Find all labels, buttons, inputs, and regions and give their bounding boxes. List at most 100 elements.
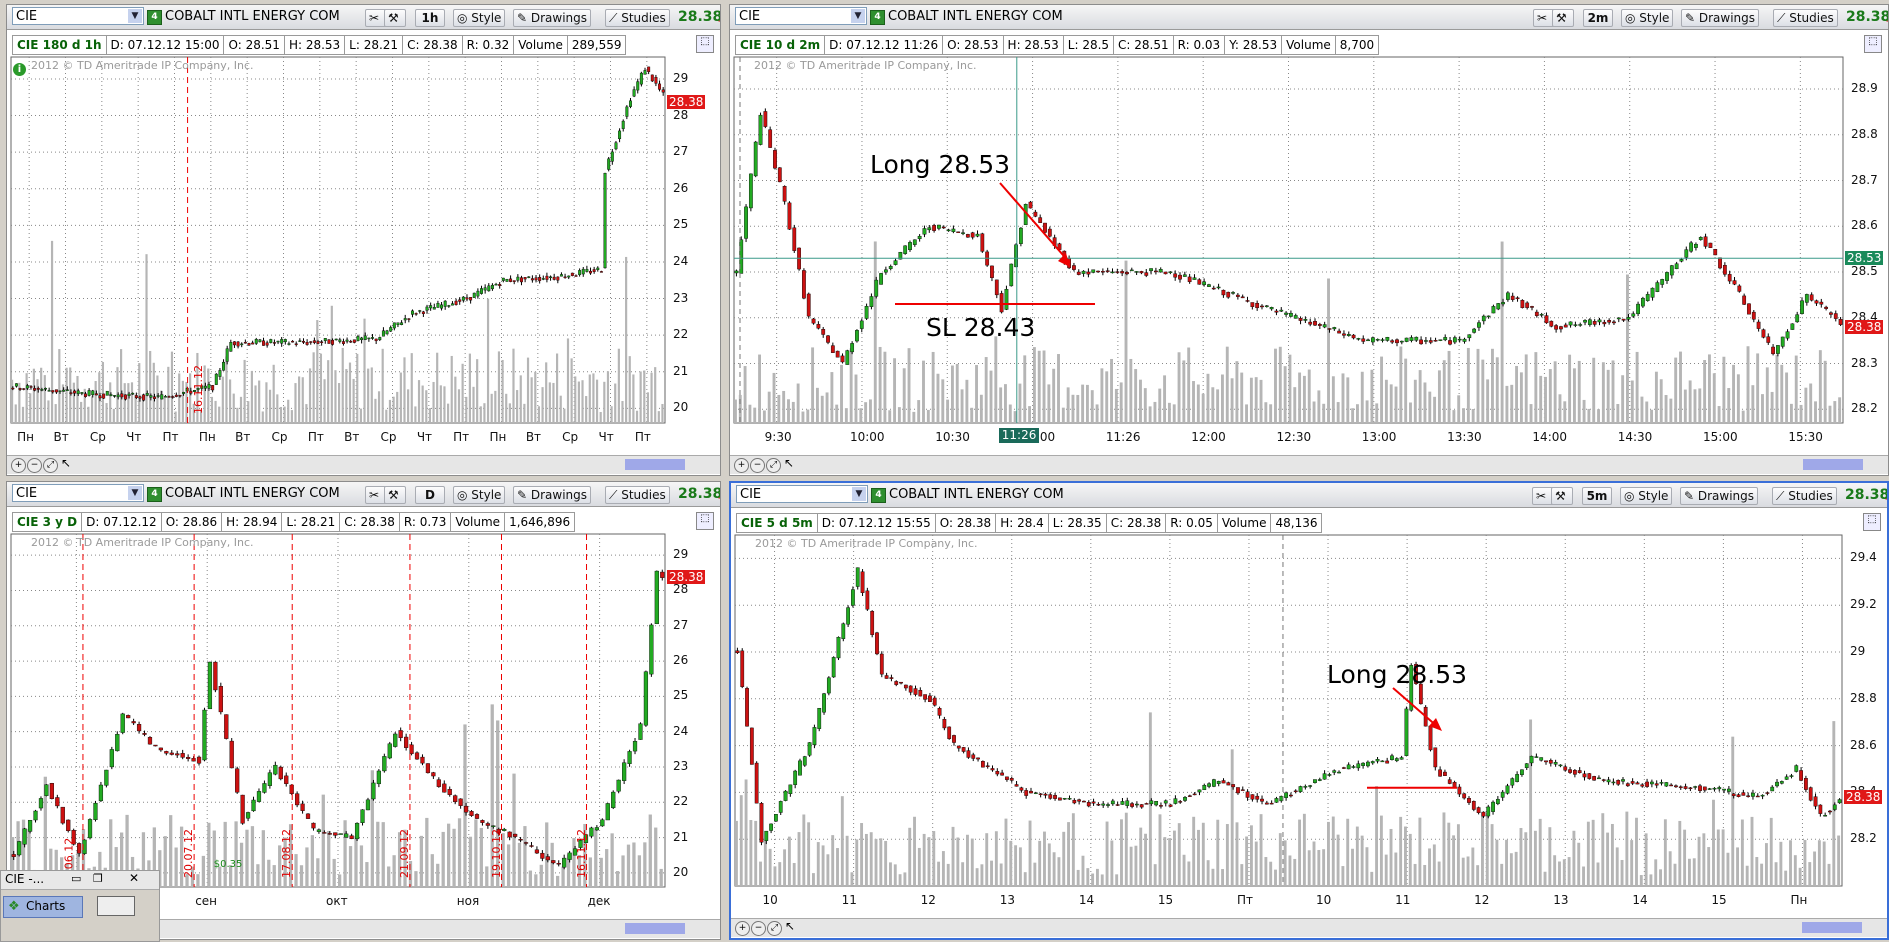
candle xyxy=(1399,757,1404,760)
volume-bar xyxy=(548,382,551,423)
candle xyxy=(649,624,654,675)
volume-bar xyxy=(1500,241,1504,423)
volume-bar xyxy=(1621,375,1625,423)
volume-bar xyxy=(1105,821,1109,886)
candle xyxy=(54,389,58,393)
restore-icon[interactable]: ❐ xyxy=(93,872,103,885)
volume-bar xyxy=(1456,824,1460,886)
pan-icon[interactable]: ⤢ xyxy=(766,458,781,473)
candle xyxy=(273,764,278,775)
candle xyxy=(1005,776,1009,780)
candle xyxy=(1625,783,1630,787)
volume-bar xyxy=(345,369,348,423)
candle xyxy=(1341,767,1346,769)
volume-bar xyxy=(1505,385,1509,423)
candle xyxy=(999,293,1004,313)
pan-icon[interactable]: ⤢ xyxy=(43,458,58,473)
volume-bar xyxy=(1043,831,1046,886)
zoom-out-icon[interactable]: − xyxy=(27,458,42,473)
volume-bar xyxy=(1524,832,1528,886)
candle xyxy=(1694,243,1698,248)
zoom-out-icon[interactable]: − xyxy=(751,921,766,936)
candle xyxy=(1650,781,1654,785)
candle xyxy=(879,273,883,285)
candle xyxy=(1534,756,1539,758)
volume-bar xyxy=(592,373,595,423)
close-icon[interactable]: ✕ xyxy=(129,871,139,885)
pointer-icon[interactable]: ↖ xyxy=(785,919,795,933)
candle xyxy=(1809,294,1814,301)
candle xyxy=(1703,236,1708,247)
candle xyxy=(1274,310,1279,313)
zoom-in-icon[interactable]: + xyxy=(11,458,26,473)
volume-bar xyxy=(1538,818,1542,886)
x-tick-label: Пт xyxy=(453,430,470,444)
scroll-thumb[interactable] xyxy=(625,459,685,470)
y-tick-label: 23 xyxy=(673,758,689,773)
volume-bar xyxy=(1172,404,1176,423)
candle xyxy=(594,827,599,831)
candle xyxy=(262,783,267,793)
volume-bar xyxy=(1597,409,1600,423)
candle xyxy=(578,270,582,275)
volume-bar xyxy=(1452,410,1456,423)
volume-bar xyxy=(1721,829,1725,886)
volume-bar xyxy=(1577,842,1581,886)
pointer-icon[interactable]: ↖ xyxy=(61,456,71,470)
chart-canvas[interactable] xyxy=(7,5,720,475)
volume-bar xyxy=(1741,410,1745,423)
candle xyxy=(875,632,879,655)
zoom-in-icon[interactable]: + xyxy=(735,921,750,936)
volume-bar xyxy=(836,848,839,886)
candle xyxy=(1751,311,1756,320)
volume-bar xyxy=(1009,840,1013,886)
volume-bar xyxy=(1307,850,1311,886)
pointer-icon[interactable]: ↖ xyxy=(784,456,794,470)
candle xyxy=(1800,300,1804,314)
time-scrollbar[interactable]: +−⤢↖ xyxy=(7,455,720,474)
volume-bar xyxy=(359,408,362,423)
volume-bar xyxy=(1327,278,1330,423)
zoom-in-icon[interactable]: + xyxy=(734,458,749,473)
info-icon[interactable]: i xyxy=(13,63,26,76)
candle xyxy=(1683,786,1688,789)
candle xyxy=(312,340,316,343)
zoom-out-icon[interactable]: − xyxy=(750,458,765,473)
candle xyxy=(1168,804,1173,807)
volume-bar xyxy=(112,408,115,423)
candle xyxy=(1086,802,1091,807)
candle xyxy=(778,801,783,813)
volume-bar xyxy=(820,395,824,423)
x-tick-label: Вт xyxy=(525,430,542,444)
scroll-thumb[interactable] xyxy=(1802,922,1862,933)
candle xyxy=(272,342,276,344)
x-tick-label: 13:30 xyxy=(1447,430,1482,444)
candle xyxy=(913,688,918,695)
scroll-thumb[interactable] xyxy=(625,923,685,934)
pan-icon[interactable]: ⤢ xyxy=(767,921,782,936)
candle xyxy=(1684,249,1689,258)
minimize-icon[interactable]: ▭ xyxy=(71,872,81,885)
charts-tab[interactable]: ❖ Charts xyxy=(3,896,83,918)
candle xyxy=(498,284,502,286)
scroll-thumb[interactable] xyxy=(1803,459,1863,470)
volume-bar xyxy=(1211,868,1215,886)
volume-bar xyxy=(1534,352,1538,423)
chart-canvas[interactable] xyxy=(730,5,1888,475)
time-scrollbar[interactable]: +−⤢↖ xyxy=(730,455,1888,474)
volume-bar xyxy=(1533,830,1537,886)
volume-bar xyxy=(1389,828,1393,886)
x-tick-label: 11 xyxy=(1395,893,1411,907)
time-scrollbar[interactable]: +−⤢↖ xyxy=(731,918,1887,937)
candle xyxy=(1245,791,1250,798)
candle xyxy=(585,269,589,272)
separator-date-label: 16.11.12 xyxy=(191,365,205,414)
volume-bar xyxy=(1784,870,1788,886)
chart-canvas[interactable] xyxy=(731,483,1887,938)
volume-bar xyxy=(539,864,543,887)
blank-button[interactable] xyxy=(97,896,135,916)
separator-date-label: 17.08.12 xyxy=(280,829,294,878)
volume-bar xyxy=(1495,357,1499,423)
volume-bar xyxy=(1712,799,1715,886)
minimized-window[interactable]: CIE -... ▭ ❐ ✕ ❖ Charts xyxy=(0,870,160,942)
